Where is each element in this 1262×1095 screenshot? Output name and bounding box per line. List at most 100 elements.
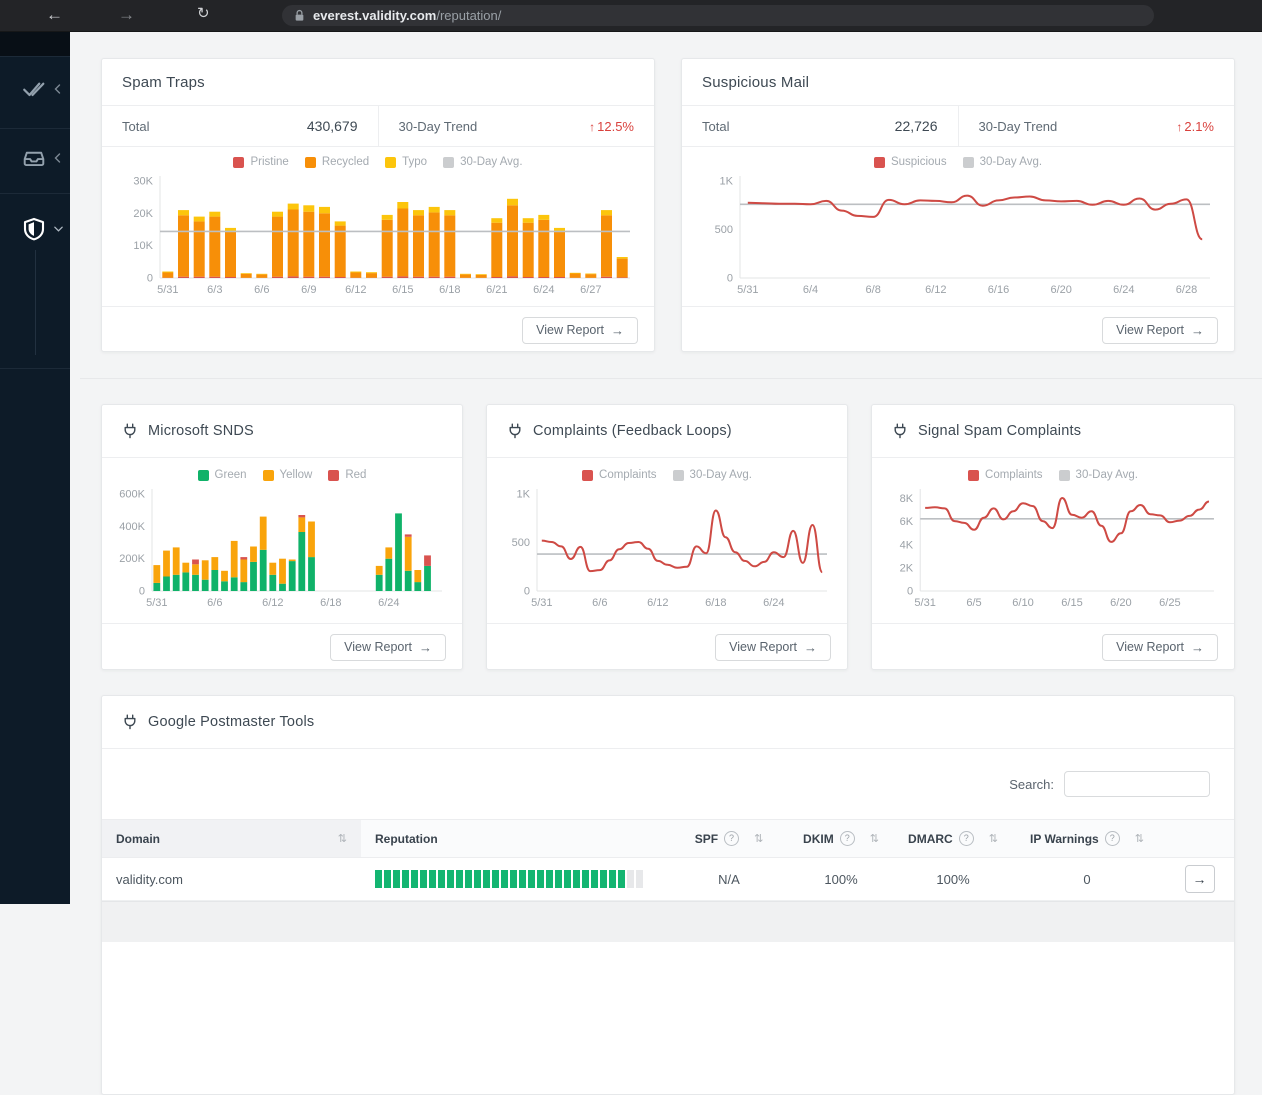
svg-text:0: 0 xyxy=(147,273,153,285)
help-icon[interactable]: ? xyxy=(840,831,855,846)
svg-text:6/16: 6/16 xyxy=(988,284,1009,296)
svg-text:6/24: 6/24 xyxy=(378,597,399,609)
legend-item: Yellow xyxy=(263,469,313,481)
view-report-button[interactable]: View Report→ xyxy=(330,634,446,661)
card-footer: View Report→ xyxy=(102,306,654,353)
table-row: validity.com N/A 100% 100% 0 → xyxy=(102,858,1234,901)
fbl-chart[interactable]: 05001K5/316/66/126/186/24 xyxy=(499,486,835,611)
column-header-ip-warnings[interactable]: IP Warnings ? ⇅ xyxy=(1009,820,1165,857)
card-title: Spam Traps xyxy=(122,74,205,91)
arrow-right-icon: → xyxy=(419,640,432,655)
suspicious-mail-chart[interactable]: 05001K5/316/46/86/126/166/206/246/28 xyxy=(698,173,1218,298)
sort-icon[interactable]: ⇅ xyxy=(338,832,347,845)
trend-up-icon: ↑ xyxy=(589,120,595,134)
card-footer: View Report→ xyxy=(682,306,1234,353)
svg-text:6/24: 6/24 xyxy=(763,597,784,609)
spf-cell: N/A xyxy=(673,872,785,887)
view-report-button[interactable]: View Report→ xyxy=(1102,634,1218,661)
card-footer: View Report→ xyxy=(102,623,462,670)
reputation-bar xyxy=(375,870,645,888)
svg-text:5/31: 5/31 xyxy=(146,597,167,609)
svg-text:6/6: 6/6 xyxy=(592,597,607,609)
svg-text:6K: 6K xyxy=(900,516,914,528)
chart-area: Complaints30-Day Avg. 02K4K6K8K5/316/56/… xyxy=(872,458,1234,623)
total-value: 22,726 xyxy=(895,118,938,134)
chart-area: GreenYellowRed 0200K400K600K5/316/66/126… xyxy=(102,458,462,623)
view-report-button[interactable]: View Report→ xyxy=(1102,317,1218,344)
help-icon[interactable]: ? xyxy=(959,831,974,846)
svg-text:0: 0 xyxy=(139,586,145,598)
arrow-right-icon: → xyxy=(1191,640,1204,655)
card-title: Microsoft SNDS xyxy=(148,423,254,439)
row-detail-button[interactable]: → xyxy=(1185,865,1215,893)
view-report-button[interactable]: View Report→ xyxy=(522,317,638,344)
view-report-button[interactable]: View Report→ xyxy=(715,634,831,661)
legend-item: Green xyxy=(198,469,247,481)
svg-text:6/20: 6/20 xyxy=(1050,284,1071,296)
svg-text:6/4: 6/4 xyxy=(803,284,818,296)
card-header: Microsoft SNDS xyxy=(102,405,462,458)
card-title: Suspicious Mail xyxy=(702,74,809,91)
svg-text:5/31: 5/31 xyxy=(157,284,178,296)
main-content: Spam Traps Total 430,679 30-Day Trend ↑1… xyxy=(70,31,1262,904)
svg-text:6/15: 6/15 xyxy=(1061,597,1083,609)
svg-text:5/31: 5/31 xyxy=(914,597,936,609)
domain-cell: validity.com xyxy=(102,872,361,887)
sort-icon[interactable]: ⇅ xyxy=(870,832,879,845)
sidebar-item-inbox[interactable] xyxy=(0,146,70,190)
back-icon[interactable]: ← xyxy=(46,6,63,23)
sort-icon[interactable]: ⇅ xyxy=(754,832,763,845)
card-title: Google Postmaster Tools xyxy=(148,714,314,730)
spam-traps-chart[interactable]: 010K20K30K5/316/36/66/96/126/156/186/216… xyxy=(118,173,638,298)
plug-icon xyxy=(122,423,138,439)
chart-legend: Complaints30-Day Avg. xyxy=(884,466,1222,484)
signal-chart[interactable]: 02K4K6K8K5/316/56/106/156/206/25 xyxy=(884,486,1222,611)
card-title: Complaints (Feedback Loops) xyxy=(533,423,732,439)
sidebar-divider xyxy=(0,368,70,369)
snds-chart[interactable]: 0200K400K600K5/316/66/126/186/24 xyxy=(114,486,450,611)
shield-icon xyxy=(22,217,46,241)
svg-text:600K: 600K xyxy=(119,489,145,501)
svg-text:6/6: 6/6 xyxy=(207,597,222,609)
column-header-dmarc[interactable]: DMARC ? ⇅ xyxy=(897,820,1009,857)
svg-text:8K: 8K xyxy=(900,493,914,505)
svg-text:5/31: 5/31 xyxy=(531,597,552,609)
stats-strip: Total 22,726 30-Day Trend ↑2.1% xyxy=(682,106,1234,147)
sidebar-divider xyxy=(0,56,70,57)
svg-text:4K: 4K xyxy=(900,539,914,551)
column-header-dkim[interactable]: DKIM ? ⇅ xyxy=(785,820,897,857)
chart-legend: Green Yellow Red xyxy=(114,466,450,484)
column-header-spf[interactable]: SPF ? ⇅ xyxy=(673,820,785,857)
sidebar-item-engagement[interactable] xyxy=(0,77,70,121)
address-bar[interactable]: everest.validity.com/reputation/ xyxy=(282,5,1154,26)
card-complaints-fbl: Complaints (Feedback Loops) Complaints30… xyxy=(486,404,848,670)
forward-icon[interactable]: → xyxy=(118,6,135,23)
svg-text:400K: 400K xyxy=(119,521,145,533)
sort-icon[interactable]: ⇅ xyxy=(989,832,998,845)
table-header: Domain ⇅ Reputation SPF ? ⇅ DKIM ? ⇅ D xyxy=(102,819,1234,858)
total-value: 430,679 xyxy=(307,118,358,134)
chevron-left-icon xyxy=(53,83,62,95)
plug-icon xyxy=(507,423,523,439)
legend-item: Complaints xyxy=(582,469,657,481)
sidebar-divider xyxy=(0,128,70,129)
reload-icon[interactable]: ↻ xyxy=(197,6,210,21)
column-header-domain[interactable]: Domain ⇅ xyxy=(102,820,361,857)
next-table-row-partial xyxy=(102,901,1234,942)
sort-icon[interactable]: ⇅ xyxy=(1135,832,1144,845)
legend-item: Red xyxy=(328,469,366,481)
card-microsoft-snds: Microsoft SNDS GreenYellowRed 0200K400K6… xyxy=(101,404,463,670)
legend-item: Recycled xyxy=(305,156,369,168)
lock-icon xyxy=(294,9,305,22)
trend-value: ↑2.1% xyxy=(1176,119,1214,134)
browser-toolbar: ← → ↻ everest.validity.com/reputation/ xyxy=(0,0,1262,32)
help-icon[interactable]: ? xyxy=(724,831,739,846)
legend-item: 30-Day Avg. xyxy=(963,156,1042,168)
sidebar-top-cap xyxy=(0,31,70,56)
search-input[interactable] xyxy=(1064,771,1210,797)
svg-text:6/8: 6/8 xyxy=(866,284,881,296)
chart-legend: Suspicious30-Day Avg. xyxy=(698,153,1218,171)
card-footer: View Report→ xyxy=(487,623,847,670)
svg-text:6/12: 6/12 xyxy=(262,597,283,609)
help-icon[interactable]: ? xyxy=(1105,831,1120,846)
